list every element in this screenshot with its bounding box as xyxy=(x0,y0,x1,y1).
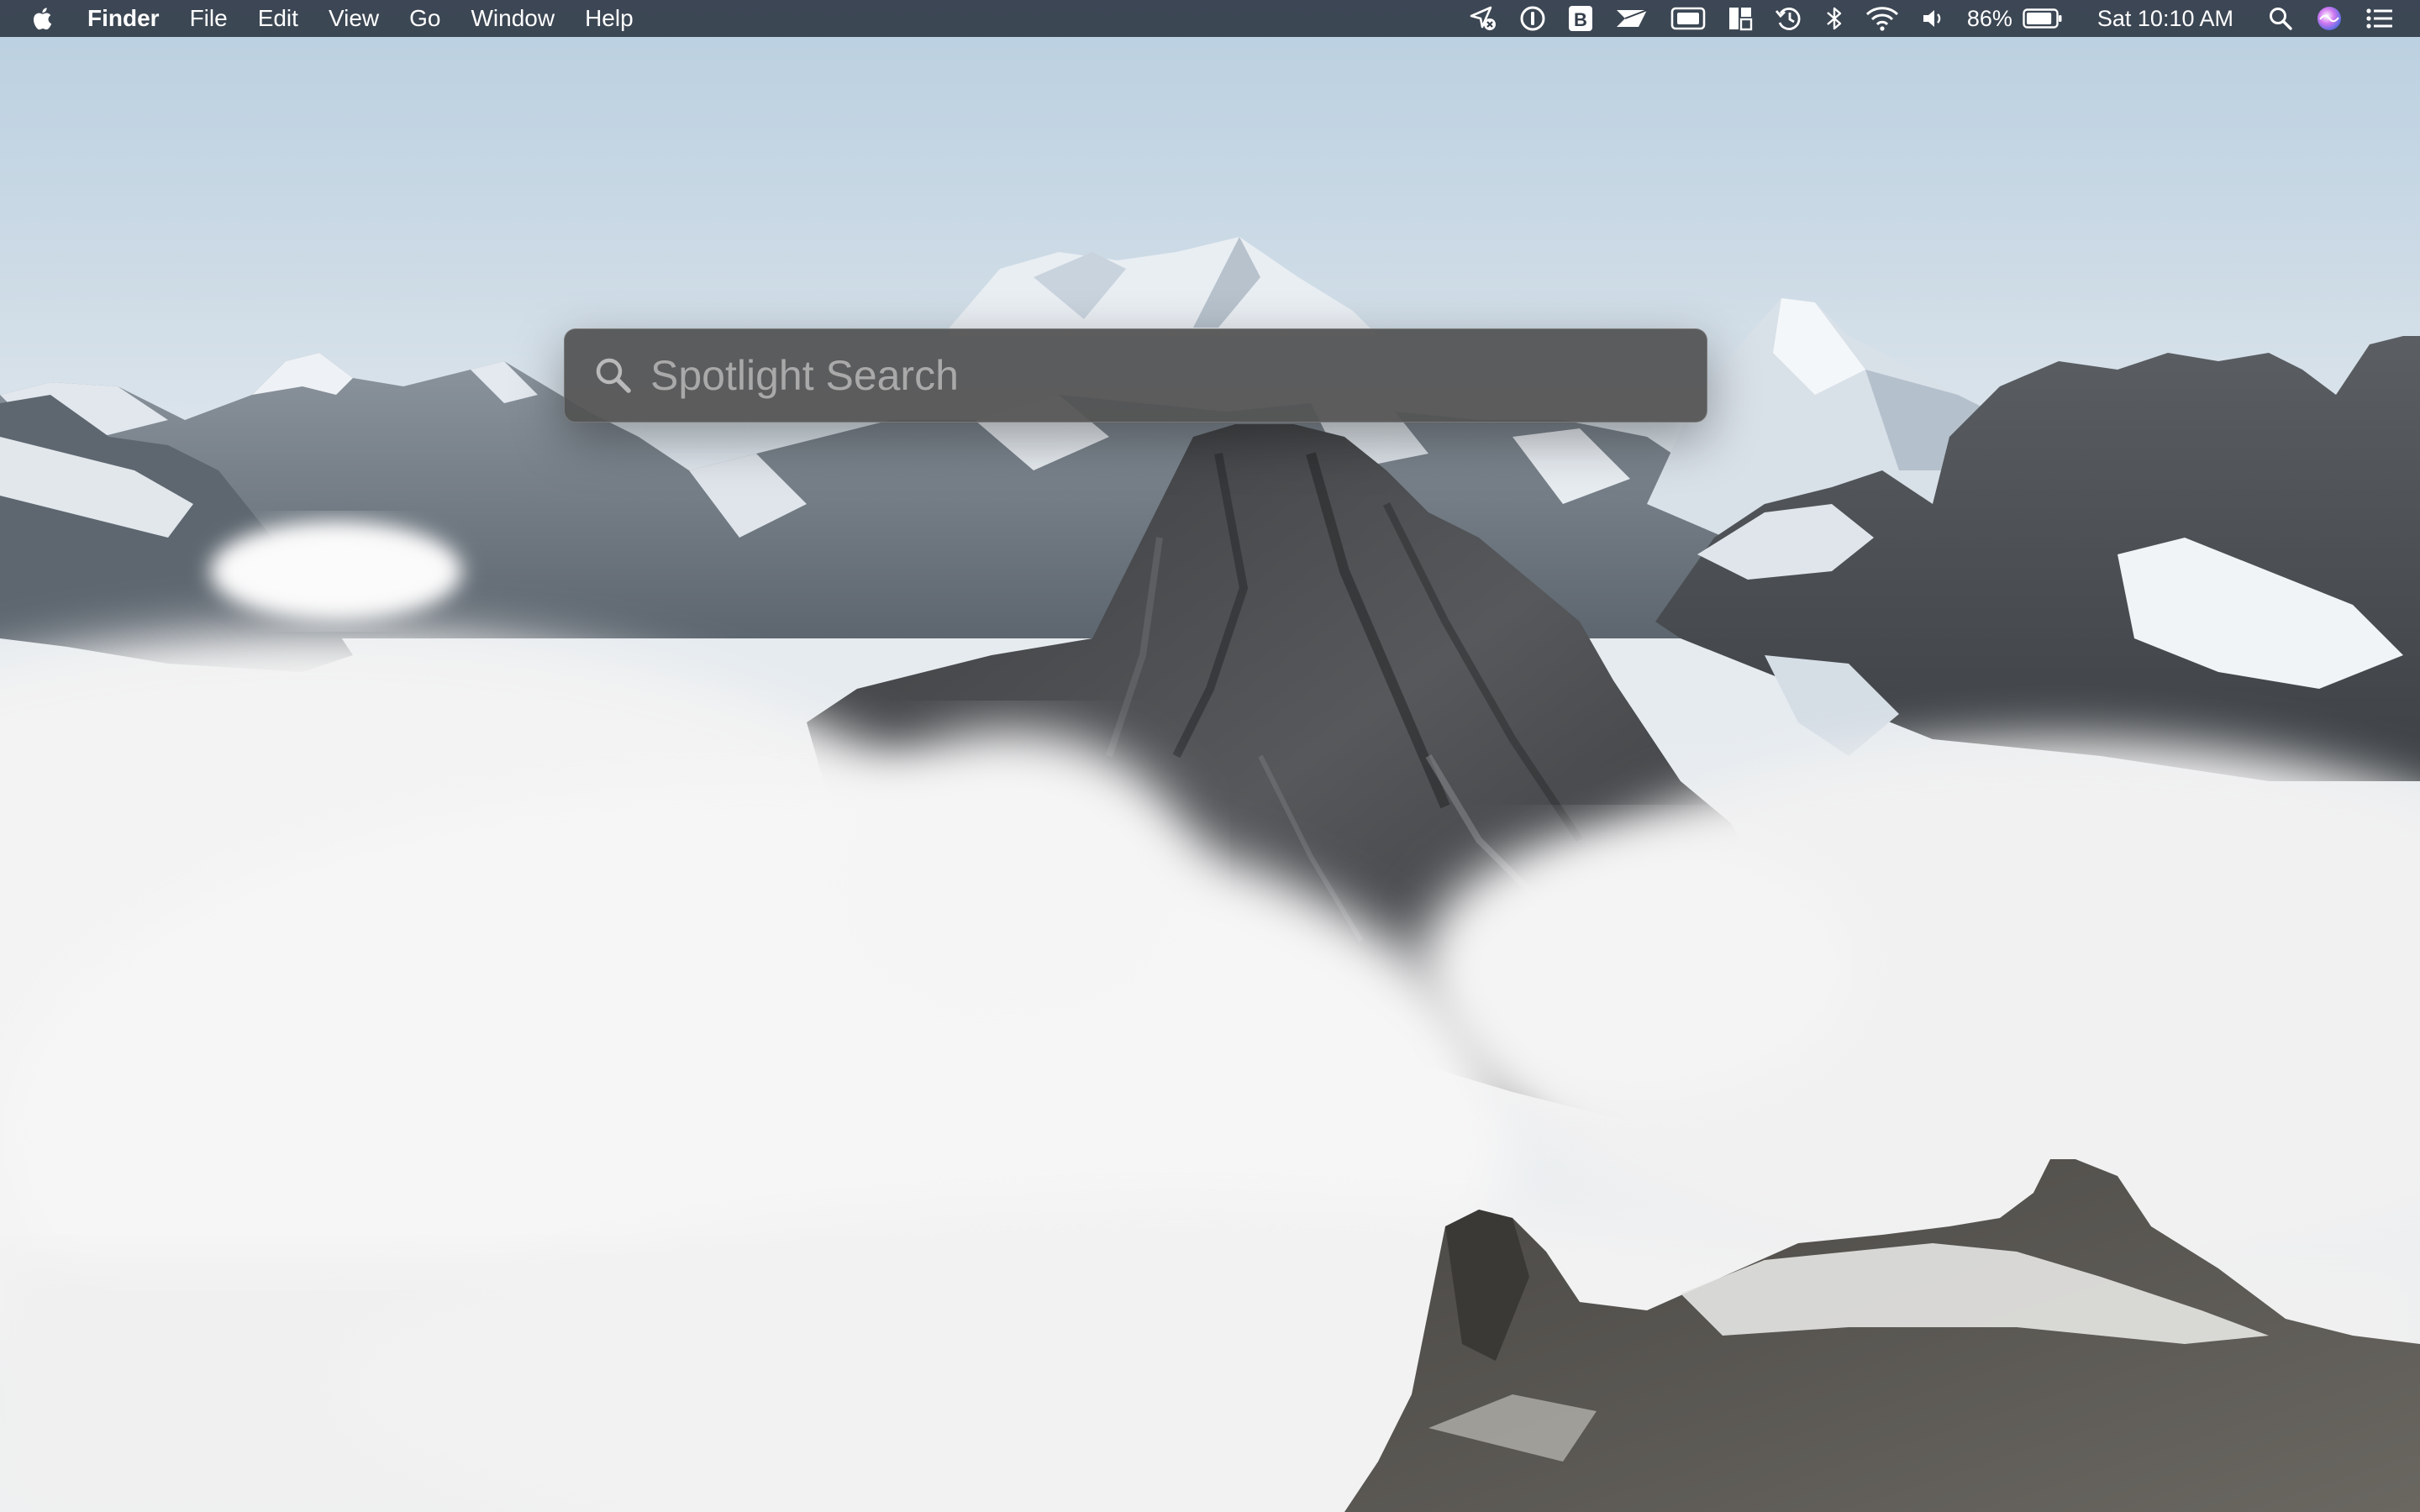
time-machine-icon[interactable] xyxy=(1764,0,1814,37)
menu-bar: Finder File Edit View Go Window Help B 8… xyxy=(0,0,2420,37)
apple-logo-icon xyxy=(34,8,52,30)
bluetooth-icon[interactable] xyxy=(1814,0,1854,37)
menu-window[interactable]: Window xyxy=(455,0,570,37)
menu-view[interactable]: View xyxy=(313,0,394,37)
menu-file[interactable]: File xyxy=(175,0,243,37)
app-name-menu[interactable]: Finder xyxy=(72,0,175,37)
battery-fill xyxy=(2026,13,2052,24)
search-icon xyxy=(590,352,637,399)
display-icon[interactable] xyxy=(1660,0,1717,37)
battery-percent[interactable]: 86% xyxy=(1957,0,2023,37)
spotlight-search-bar xyxy=(564,328,1707,423)
search-icon[interactable] xyxy=(2257,0,2304,37)
desktop-wallpaper xyxy=(0,0,2420,1512)
spotlight-search-input[interactable] xyxy=(649,341,1681,410)
menubar-clock[interactable]: Sat 10:10 AM xyxy=(2074,0,2257,37)
svg-text:B: B xyxy=(1574,9,1587,30)
notification-center-icon[interactable] xyxy=(2354,0,2405,37)
status-area: B 86% Sat 10:10 AM xyxy=(1458,0,2405,37)
location-disabled-icon[interactable] xyxy=(1458,0,1508,37)
1password-icon[interactable] xyxy=(1508,0,1557,37)
menu-edit[interactable]: Edit xyxy=(243,0,313,37)
menu-help[interactable]: Help xyxy=(570,0,649,37)
volume-icon[interactable] xyxy=(1910,0,1957,37)
menu-go[interactable]: Go xyxy=(394,0,455,37)
siri-icon[interactable] xyxy=(2304,0,2354,37)
magnet-icon[interactable] xyxy=(1717,0,1764,37)
wifi-icon[interactable] xyxy=(1854,0,1910,37)
bartender-icon[interactable]: B xyxy=(1557,0,1604,37)
apple-menu[interactable] xyxy=(0,0,72,37)
airmail-icon[interactable] xyxy=(1604,0,1660,37)
battery-icon[interactable] xyxy=(2023,0,2074,37)
